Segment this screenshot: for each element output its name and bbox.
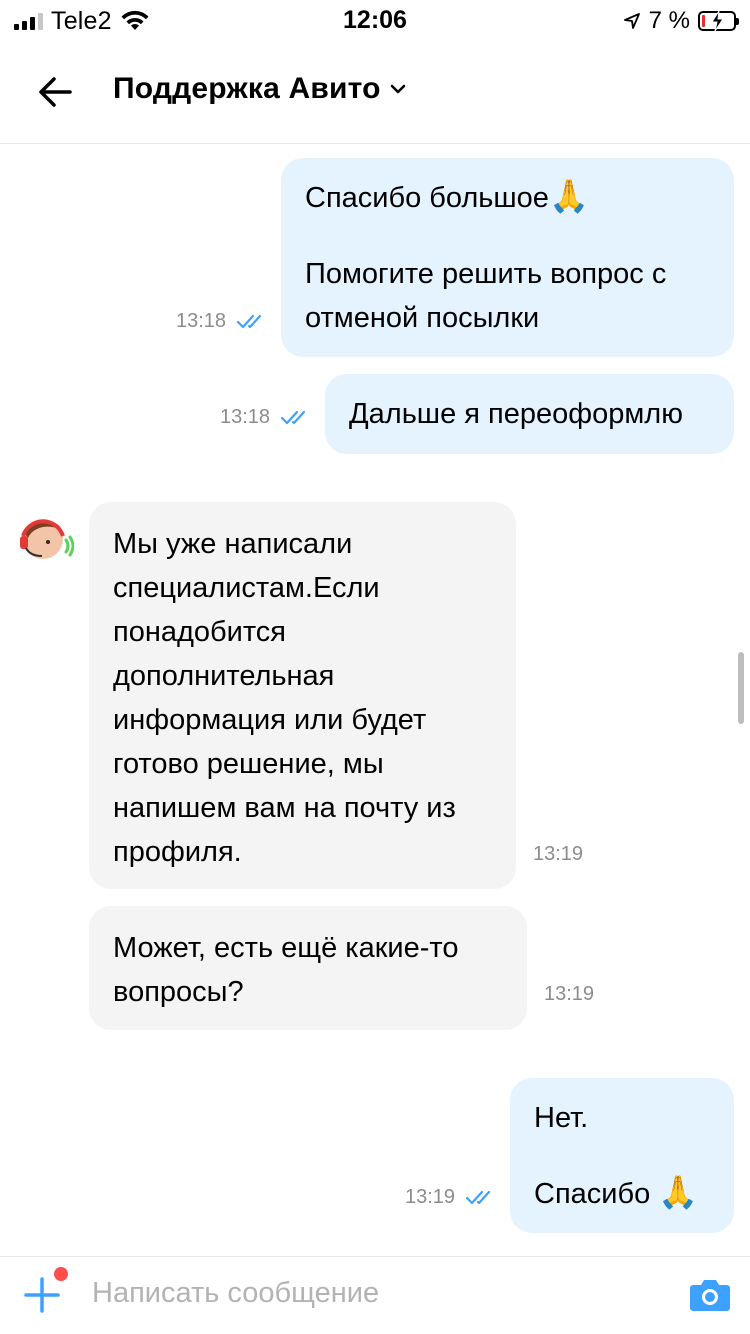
message-text: Может, есть ещё какие-то вопросы?	[113, 932, 459, 1008]
message-input[interactable]	[92, 1277, 652, 1310]
message-meta: 13:18	[220, 406, 310, 429]
message-text: Помогите решить вопрос с	[305, 258, 667, 290]
plus-icon[interactable]	[22, 1275, 62, 1315]
message-time: 13:18	[176, 310, 227, 332]
battery-percent: 7 %	[648, 7, 690, 34]
message-time: 13:19	[405, 1186, 456, 1208]
charging-bolt-icon	[711, 11, 724, 31]
read-checkmarks-icon	[280, 410, 306, 424]
message-meta: 13:19	[405, 1186, 495, 1209]
status-right: 7 %	[623, 6, 739, 36]
status-bar: Tele2 12:06 7 %	[0, 0, 750, 42]
support-agent-avatar	[20, 519, 74, 559]
message-text: Спасибо большое🙏	[305, 178, 589, 214]
message-meta: 13:18	[176, 310, 266, 333]
back-arrow-icon[interactable]	[36, 72, 76, 112]
message-text: Мы уже написали специалистам.Если понадо…	[113, 528, 456, 868]
message-text: отменой посылки	[305, 302, 540, 334]
message-meta: 13:19	[544, 983, 594, 1006]
scrollbar[interactable]	[738, 652, 744, 724]
location-arrow-icon	[623, 13, 640, 29]
pray-emoji: 🙏	[658, 1174, 699, 1210]
message-text: Спасибо 🙏	[534, 1174, 699, 1210]
outgoing-message[interactable]: Нет. Спасибо 🙏	[510, 1078, 734, 1233]
message-time: 13:19	[533, 843, 584, 865]
message-time: 13:19	[544, 983, 595, 1005]
read-checkmarks-icon	[465, 1190, 491, 1204]
chat-header: Поддержка Авито	[0, 42, 750, 144]
message-text: Дальше я переоформлю	[349, 398, 683, 430]
outgoing-message[interactable]: Спасибо большое🙏 Помогите решить вопрос …	[281, 158, 734, 357]
incoming-message[interactable]: Мы уже написали специалистам.Если понадо…	[89, 502, 516, 889]
camera-icon[interactable]	[689, 1275, 731, 1313]
message-composer	[0, 1256, 750, 1334]
notification-dot	[54, 1267, 68, 1281]
outgoing-message[interactable]: Дальше я переоформлю	[325, 374, 734, 454]
battery-icon	[698, 11, 739, 31]
read-checkmarks-icon	[236, 314, 262, 328]
chat-title: Поддержка Авито	[113, 72, 381, 105]
chat-title-button[interactable]: Поддержка Авито	[113, 72, 407, 106]
message-text: Нет.	[534, 1102, 589, 1134]
chevron-down-icon	[390, 84, 405, 94]
message-meta: 13:19	[533, 843, 583, 866]
pray-emoji: 🙏	[548, 178, 589, 214]
incoming-message[interactable]: Может, есть ещё какие-то вопросы?	[89, 906, 527, 1030]
message-time: 13:18	[220, 406, 271, 428]
